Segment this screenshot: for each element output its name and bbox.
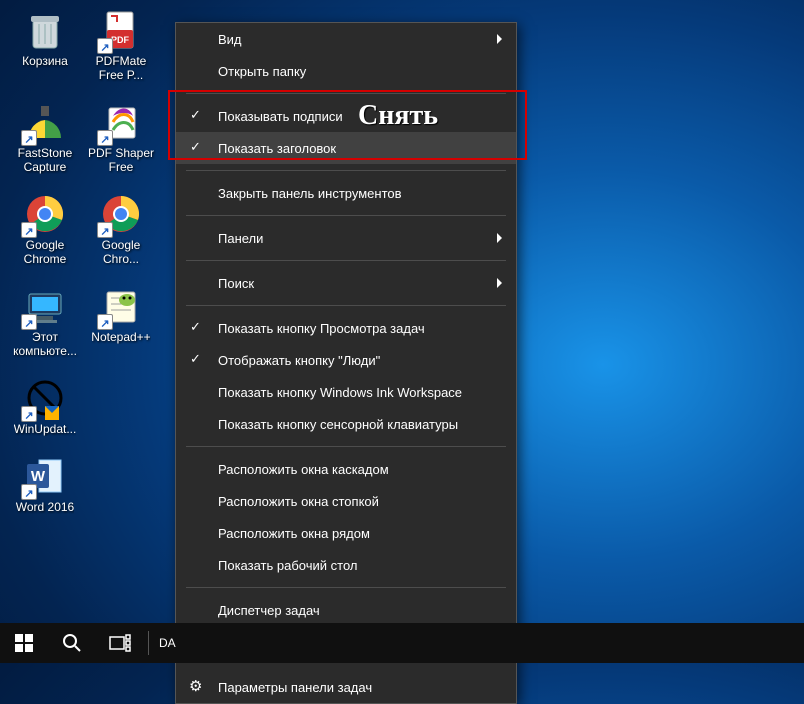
menu-separator [186, 93, 506, 94]
search-icon [62, 633, 82, 653]
menu-item-label: Диспетчер задач [218, 603, 320, 618]
menu-separator [186, 260, 506, 261]
menu-item-taskview-button[interactable]: Показать кнопку Просмотра задач [176, 312, 516, 344]
desktop-icon-label: Google Chro... [86, 238, 156, 266]
desktop-icon-chrome-2[interactable]: Google Chro... [86, 192, 156, 266]
desktop-icon-notepadpp[interactable]: Notepad++ [86, 284, 156, 358]
chrome-icon [23, 192, 67, 236]
menu-item-show-captions[interactable]: Показывать подписи [176, 100, 516, 132]
desktop-icon-label: Корзина [22, 54, 68, 68]
menu-item-open-folder[interactable]: Открыть папку [176, 55, 516, 87]
desktop-icon-label: Word 2016 [16, 500, 74, 514]
computer-icon [23, 284, 67, 328]
desktop-icon-label: WinUpdat... [14, 422, 77, 436]
desktop-icon-label: Notepad++ [91, 330, 150, 344]
menu-item-cascade[interactable]: Расположить окна каскадом [176, 453, 516, 485]
desktop-icon-this-pc[interactable]: Этот компьюте... [10, 284, 80, 358]
taskbar: DA [0, 623, 804, 663]
menu-item-label: Отображать кнопку "Люди" [218, 353, 380, 368]
desktop-icon-winupdate[interactable]: WinUpdat... [10, 376, 80, 436]
taskbar-separator [148, 631, 149, 655]
pdfshaper-icon [99, 100, 143, 144]
menu-item-label: Расположить окна каскадом [218, 462, 389, 477]
winupdate-icon [23, 376, 67, 420]
menu-item-label: Вид [218, 32, 242, 47]
menu-item-label: Расположить окна стопкой [218, 494, 379, 509]
menu-item-panels[interactable]: Панели [176, 222, 516, 254]
notepadpp-icon [99, 284, 143, 328]
desktop-icon-chrome[interactable]: Google Chrome [10, 192, 80, 266]
menu-item-label: Панели [218, 231, 263, 246]
menu-item-search[interactable]: Поиск [176, 267, 516, 299]
taskbar-context-menu: Вид Открыть папку Показывать подписи Пок… [175, 22, 517, 704]
menu-item-label: Параметры панели задач [218, 680, 372, 695]
menu-item-label: Открыть папку [218, 64, 306, 79]
menu-item-show-title[interactable]: Показать заголовок [176, 132, 516, 164]
menu-item-osk-button[interactable]: Показать кнопку сенсорной клавиатуры [176, 408, 516, 440]
desktop-icon-label: Этот компьюте... [10, 330, 80, 358]
menu-item-label: Закрыть панель инструментов [218, 186, 402, 201]
desktop-icon-pdfmate[interactable]: PDF PDFMate Free P... [86, 8, 156, 82]
menu-item-ink-button[interactable]: Показать кнопку Windows Ink Workspace [176, 376, 516, 408]
start-button[interactable] [0, 623, 48, 663]
desktop-icon-label: PDFMate Free P... [86, 54, 156, 82]
task-view-button[interactable] [96, 623, 144, 663]
menu-item-label: Показать заголовок [218, 141, 336, 156]
word-icon: W [23, 454, 67, 498]
taskbar-toolbar-label[interactable]: DA [153, 636, 182, 650]
menu-item-task-manager[interactable]: Диспетчер задач [176, 594, 516, 626]
desktop-icon-label: PDF Shaper Free [86, 146, 156, 174]
menu-item-show-desktop[interactable]: Показать рабочий стол [176, 549, 516, 581]
menu-item-label: Показать кнопку сенсорной клавиатуры [218, 417, 458, 432]
menu-separator [186, 170, 506, 171]
desktop-icon-faststone[interactable]: FastStone Capture [10, 100, 80, 174]
menu-item-label: Расположить окна рядом [218, 526, 370, 541]
menu-separator [186, 446, 506, 447]
menu-item-label: Показать кнопку Windows Ink Workspace [218, 385, 462, 400]
desktop-icon-recycle-bin[interactable]: Корзина [10, 8, 80, 82]
desktop-icon-label: Google Chrome [10, 238, 80, 266]
menu-separator [186, 305, 506, 306]
task-view-icon [109, 634, 131, 652]
menu-item-taskbar-settings[interactable]: Параметры панели задач [176, 671, 516, 703]
menu-item-label: Поиск [218, 276, 254, 291]
menu-item-label: Показать кнопку Просмотра задач [218, 321, 425, 336]
menu-item-stacked[interactable]: Расположить окна стопкой [176, 485, 516, 517]
menu-item-close-toolbar[interactable]: Закрыть панель инструментов [176, 177, 516, 209]
search-button[interactable] [48, 623, 96, 663]
menu-item-label: Показывать подписи [218, 109, 343, 124]
menu-item-label: Показать рабочий стол [218, 558, 357, 573]
menu-item-view[interactable]: Вид [176, 23, 516, 55]
svg-text:W: W [31, 468, 46, 485]
desktop-icon-word[interactable]: W Word 2016 [10, 454, 80, 514]
chrome-icon [99, 192, 143, 236]
windows-icon [15, 634, 33, 652]
menu-item-sidebyside[interactable]: Расположить окна рядом [176, 517, 516, 549]
svg-text:PDF: PDF [111, 35, 130, 45]
menu-separator [186, 215, 506, 216]
desktop-icon-pdfshaper[interactable]: PDF Shaper Free [86, 100, 156, 174]
menu-item-people-button[interactable]: Отображать кнопку "Люди" [176, 344, 516, 376]
recycle-bin-icon [23, 8, 67, 52]
desktop-icon-label: FastStone Capture [10, 146, 80, 174]
pdf-icon: PDF [99, 8, 143, 52]
menu-separator [186, 587, 506, 588]
faststone-icon [23, 100, 67, 144]
